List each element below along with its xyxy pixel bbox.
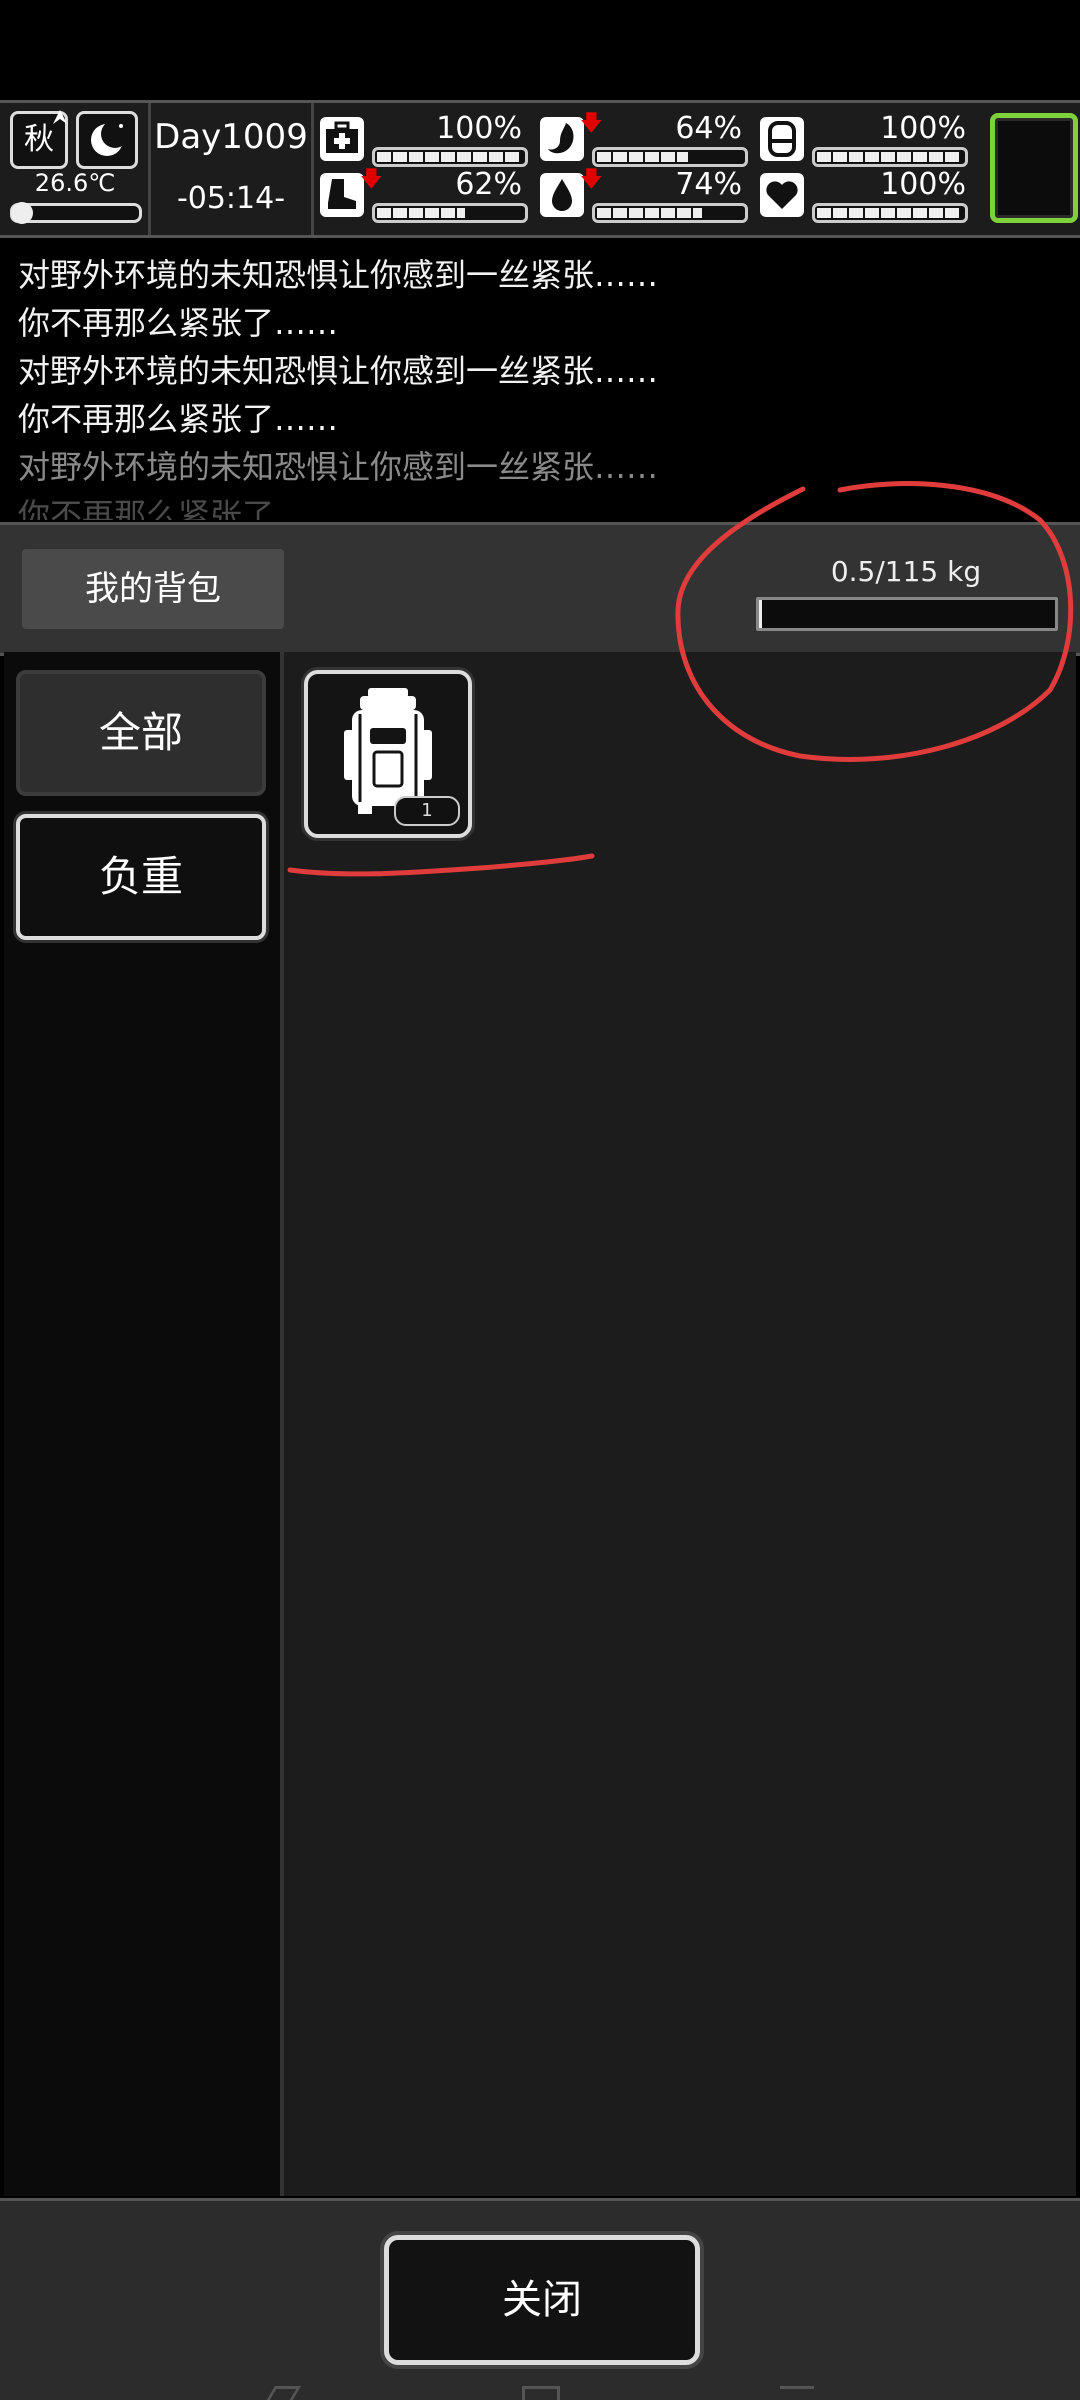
stamina-bar-fill bbox=[377, 208, 466, 218]
thirst-bar bbox=[592, 203, 748, 223]
log-line: 你不再那么紧张了…… bbox=[18, 496, 339, 520]
heart-icon bbox=[760, 173, 804, 217]
hunger-value: 64% bbox=[675, 111, 742, 146]
category-sidebar: 全部 负重 bbox=[4, 652, 284, 2196]
night-indicator bbox=[76, 111, 138, 169]
stomach-icon bbox=[540, 117, 584, 161]
thermometer-bar bbox=[10, 202, 142, 224]
carry-weight-fill bbox=[759, 600, 762, 628]
status-hud: 秋 26.6℃ Day1009 -05:14- 100% 🡇 64% 100% … bbox=[0, 100, 1080, 238]
season-label: 秋 bbox=[24, 122, 54, 157]
mood-bar bbox=[812, 203, 968, 223]
season-indicator: 秋 bbox=[10, 110, 68, 169]
stamina-value: 62% bbox=[455, 167, 522, 202]
moon-icon bbox=[91, 120, 129, 156]
hunger-bar-fill bbox=[597, 152, 688, 162]
item-count-badge: 1 bbox=[394, 796, 460, 826]
hunger-down-arrow: 🡇 bbox=[580, 111, 603, 136]
menu-nav-icon[interactable] bbox=[780, 2386, 814, 2400]
energy-bar-fill bbox=[817, 152, 959, 162]
mood-value: 100% bbox=[880, 167, 966, 202]
close-button[interactable]: 关闭 bbox=[384, 2235, 700, 2365]
hunger-bar bbox=[592, 147, 748, 167]
mood-stat: 100% bbox=[760, 167, 970, 225]
back-nav-icon[interactable] bbox=[265, 2386, 301, 2400]
stamina-bar bbox=[372, 203, 528, 223]
log-line: 对野外环境的未知恐惧让你感到一丝紧张…… bbox=[18, 256, 659, 294]
log-line: 你不再那么紧张了…… bbox=[18, 400, 339, 438]
tab-load[interactable]: 负重 bbox=[16, 814, 266, 940]
energy-value: 100% bbox=[880, 111, 966, 146]
energy-bar bbox=[812, 147, 968, 167]
carry-weight-bar bbox=[756, 597, 1058, 631]
inventory-header: 我的背包 0.5/115 kg bbox=[0, 522, 1080, 656]
mood-bar-fill bbox=[817, 208, 959, 218]
tab-all[interactable]: 全部 bbox=[16, 670, 266, 796]
footer-bar: 关闭 bbox=[0, 2198, 1080, 2400]
battery-icon bbox=[760, 117, 804, 161]
home-nav-icon[interactable] bbox=[522, 2386, 560, 2400]
temperature-readout: 26.6℃ bbox=[34, 169, 116, 197]
thirst-value: 74% bbox=[675, 167, 742, 202]
message-log: 对野外环境的未知恐惧让你感到一丝紧张…… 你不再那么紧张了…… 对野外环境的未知… bbox=[0, 240, 1080, 520]
stamina-stat: 🡇 62% bbox=[320, 167, 528, 225]
game-screen: { "hud": { "season": "秋", "temperature":… bbox=[0, 0, 1080, 2400]
day-time-panel: Day1009 -05:14- bbox=[148, 103, 314, 235]
leaf-icon bbox=[53, 110, 67, 124]
thirst-bar-fill bbox=[597, 208, 703, 218]
carry-weight-text: 0.5/115 kg bbox=[830, 555, 982, 588]
inventory-title: 我的背包 bbox=[22, 549, 284, 629]
item-grid: 1 bbox=[284, 652, 1076, 2196]
health-bar-fill bbox=[377, 152, 519, 162]
item-slot-backpack[interactable]: 1 bbox=[304, 670, 472, 838]
medkit-icon bbox=[320, 117, 364, 161]
thirst-down-arrow: 🡇 bbox=[580, 167, 603, 192]
clock: -05:14- bbox=[176, 181, 286, 216]
log-line: 你不再那么紧张了…… bbox=[18, 304, 339, 342]
energy-stat: 100% bbox=[760, 111, 970, 169]
log-line: 对野外环境的未知恐惧让你感到一丝紧张…… bbox=[18, 352, 659, 390]
water-drop-icon bbox=[540, 173, 584, 217]
log-line: 对野外环境的未知恐惧让你感到一丝紧张…… bbox=[18, 448, 659, 486]
equipment-slot[interactable] bbox=[990, 113, 1078, 223]
health-bar bbox=[372, 147, 528, 167]
health-stat: 100% bbox=[320, 111, 528, 169]
hunger-stat: 🡇 64% bbox=[540, 111, 748, 169]
health-value: 100% bbox=[436, 111, 522, 146]
day-counter: Day1009 bbox=[154, 117, 308, 157]
thirst-stat: 🡇 74% bbox=[540, 167, 748, 225]
stamina-down-arrow: 🡇 bbox=[360, 167, 383, 192]
boot-icon bbox=[320, 173, 364, 217]
